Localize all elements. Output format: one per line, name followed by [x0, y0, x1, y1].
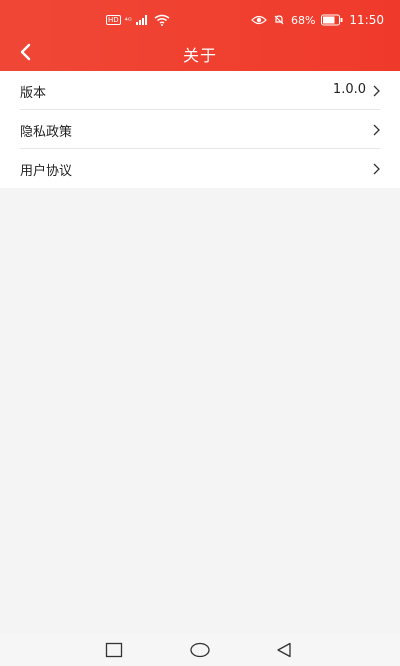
system-navigation-bar	[0, 634, 400, 666]
chevron-right-icon	[373, 163, 380, 175]
about-settings-list: 版本 1.0.0 隐私政策 用户协议	[0, 71, 400, 188]
mute-bell-icon	[274, 15, 284, 25]
battery-percent: 68%	[290, 13, 316, 27]
privacy-policy-label: 隐私政策	[20, 125, 73, 140]
battery-icon	[321, 14, 343, 26]
back-triangle-icon[interactable]	[275, 642, 293, 658]
signal-icon	[135, 15, 147, 25]
chevron-right-icon	[373, 85, 380, 97]
version-value: 1.0.0	[332, 82, 366, 97]
navigation-bar: 关于	[0, 38, 400, 68]
status-right: 68% 11:50	[251, 13, 384, 27]
header-bar: HD ⁴ᴳ 68% 11:50 关于	[0, 0, 400, 71]
version-row[interactable]: 版本 1.0.0	[0, 71, 400, 110]
signal-type-label: ⁴ᴳ	[124, 15, 132, 25]
hd-badge: HD	[106, 15, 121, 25]
status-bar: HD ⁴ᴳ 68% 11:50	[0, 12, 400, 32]
chevron-right-icon	[373, 124, 380, 136]
page-title: 关于	[182, 46, 217, 65]
status-left: HD ⁴ᴳ	[106, 14, 170, 26]
eye-icon	[251, 15, 267, 25]
clock: 11:50	[349, 13, 384, 27]
user-agreement-label: 用户协议	[20, 164, 73, 179]
wifi-icon	[154, 14, 170, 26]
recent-apps-square-icon[interactable]	[105, 642, 123, 658]
user-agreement-row[interactable]: 用户协议	[0, 149, 400, 188]
privacy-policy-row[interactable]: 隐私政策	[0, 110, 400, 149]
version-label: 版本	[20, 86, 47, 101]
home-circle-icon[interactable]	[189, 642, 211, 658]
